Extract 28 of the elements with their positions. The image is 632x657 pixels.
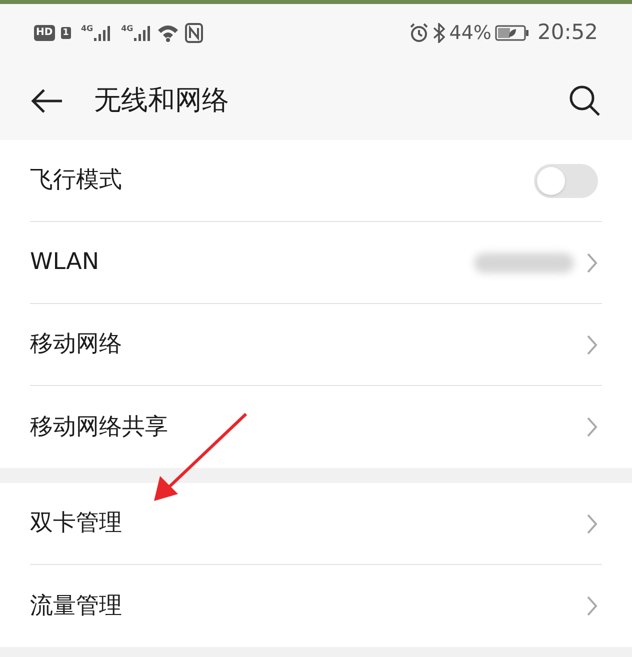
alarm-clock-icon [409,23,430,43]
battery-percent: 44% [449,20,492,46]
toggle-switch[interactable] [534,164,598,198]
setting-label[interactable]: 移动网络 [30,327,122,362]
nfc-icon [185,23,204,43]
signal-icon [93,24,112,42]
setting-label[interactable]: 飞行模式 [30,163,122,198]
hd-badge: HD [34,25,55,41]
clock-time: 20:52 [537,19,598,46]
setting-label[interactable]: 移动网络共享 [30,410,168,444]
wifi-icon [157,24,180,42]
signal-icon [133,24,152,42]
network-type: 4G [80,24,94,34]
battery-icon [495,24,530,42]
setting-label[interactable]: 双卡管理 [30,506,122,541]
chevron-right-icon [586,334,598,356]
chevron-right-icon [586,595,598,617]
chevron-right-icon [586,512,598,534]
setting-label[interactable]: 流量管理 [30,588,122,624]
bluetooth-icon [433,23,446,43]
network-type: 4G [121,24,134,34]
chevron-right-icon [586,416,598,438]
sim-badge: 1 [60,27,71,39]
search-icon[interactable] [568,84,602,118]
back-arrow-icon[interactable] [30,88,64,114]
chevron-right-icon [586,252,598,274]
page-title: 无线和网络 [94,84,229,118]
setting-label[interactable]: WLAN [30,245,100,280]
